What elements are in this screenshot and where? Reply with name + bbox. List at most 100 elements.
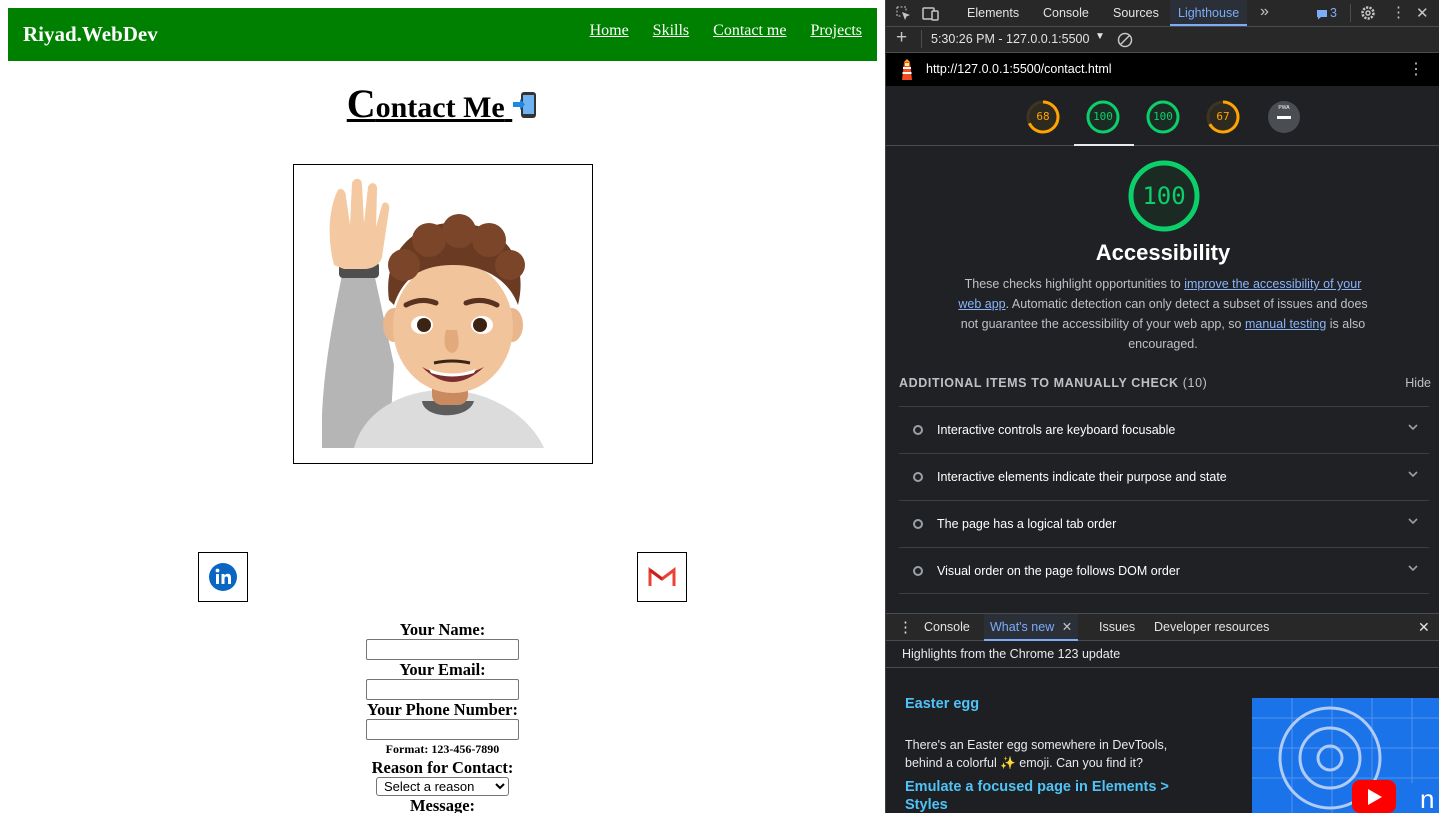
title-initial: C	[346, 81, 376, 126]
sparkle-emoji-icon: ✨	[1000, 756, 1016, 770]
chevron-down-icon	[1408, 518, 1418, 525]
issues-count[interactable]: 3	[1330, 6, 1337, 20]
settings-gear-icon[interactable]	[1360, 5, 1376, 21]
issues-icon[interactable]	[1316, 9, 1328, 20]
close-drawer-icon[interactable]: ✕	[1418, 619, 1430, 636]
tab-lighthouse[interactable]: Lighthouse	[1170, 0, 1248, 26]
score-gauge[interactable]: 68	[1026, 100, 1060, 134]
pwa-badge[interactable]: PWA	[1267, 100, 1301, 134]
memoji-waving-avatar	[322, 178, 544, 448]
audit-item[interactable]: Visual order on the page follows DOM ord…	[899, 547, 1429, 594]
email-input[interactable]	[366, 679, 519, 700]
phone-input[interactable]	[366, 719, 519, 740]
audit-title: Interactive controls are keyboard focusa…	[937, 423, 1176, 437]
score-gauge[interactable]: 67	[1206, 100, 1240, 134]
tab-sources[interactable]: Sources	[1113, 0, 1159, 26]
score-value: 100	[1153, 110, 1173, 123]
easter-egg-body-2: emoji. Can you find it?	[1015, 756, 1143, 770]
nav-link-skills[interactable]: Skills	[653, 22, 689, 40]
score-value: 67	[1216, 110, 1230, 123]
navbar: Riyad.WebDev Home Skills Contact me Proj…	[8, 8, 877, 61]
drawer-tab-developer-resources[interactable]: Developer resources	[1154, 620, 1269, 634]
category-gauge: 100	[1127, 159, 1201, 233]
manual-checks-title: ADDITIONAL ITEMS TO MANUALLY CHECK	[899, 376, 1179, 390]
nav-link-contact[interactable]: Contact me	[713, 22, 786, 40]
nav-links: Home Skills Contact me Projects	[590, 22, 862, 40]
report-selector[interactable]: 5:30:26 PM - 127.0.0.1:5500	[931, 32, 1089, 46]
audit-status-icon	[913, 425, 923, 435]
drawer-tab-whats-new[interactable]: What's new ✕	[984, 614, 1079, 641]
audit-title: Visual order on the page follows DOM ord…	[937, 564, 1180, 578]
audit-title: The page has a logical tab order	[937, 517, 1117, 531]
whats-new-header: Highlights from the Chrome 123 update	[886, 641, 1439, 668]
report-url: http://127.0.0.1:5500/contact.html	[926, 62, 1112, 76]
pwa-label: PWA	[1278, 105, 1290, 111]
score-value: 100	[1093, 110, 1113, 123]
clear-reports-icon[interactable]	[1117, 32, 1133, 48]
toolbar-divider	[1350, 4, 1351, 22]
lighthouse-logo-icon	[902, 59, 912, 80]
website-viewport: Riyad.WebDev Home Skills Contact me Proj…	[0, 0, 885, 813]
score-gauges: 68 100 100 67 PWA	[886, 88, 1439, 146]
chevron-down-icon	[1408, 471, 1418, 478]
audit-item[interactable]: The page has a logical tab order	[899, 500, 1429, 547]
drawer-tabbar: ⋮ Console What's new ✕ Issues Developer …	[886, 613, 1439, 641]
message-label: Message:	[409, 796, 476, 813]
score-gauge[interactable]: 100	[1086, 100, 1120, 134]
active-gauge-indicator	[1074, 144, 1134, 146]
more-tabs-icon[interactable]: »	[1260, 3, 1269, 21]
easter-egg-title[interactable]: Easter egg	[905, 696, 979, 712]
close-devtools-icon[interactable]: ✕	[1416, 4, 1429, 22]
svg-text:n: n	[1420, 784, 1434, 813]
whats-new-video-thumbnail[interactable]: n	[1252, 698, 1439, 813]
chrome-devtools-graphic: n	[1252, 698, 1439, 813]
category-title: Accessibility	[1095, 240, 1231, 265]
audit-status-icon	[913, 472, 923, 482]
audit-item[interactable]: Interactive elements indicate their purp…	[899, 453, 1429, 500]
drawer-tab-console[interactable]: Console	[924, 620, 970, 634]
mobile-phone-arrow-icon	[513, 92, 537, 118]
devtools-tabbar: Elements Console Sources Lighthouse » 3 …	[886, 0, 1439, 27]
inspect-element-icon[interactable]	[896, 6, 911, 21]
gmail-icon	[648, 567, 676, 586]
focused-page-title[interactable]: Emulate a focused page in Elements > Sty…	[905, 778, 1205, 813]
kebab-menu-icon[interactable]: ⋮	[1391, 4, 1406, 21]
category-description: These checks highlight opportunities to …	[956, 274, 1370, 354]
manual-testing-link[interactable]: manual testing	[1245, 317, 1326, 331]
audit-status-icon	[913, 566, 923, 576]
report-selector-caret-icon[interactable]: ▼	[1095, 31, 1105, 42]
desc-text-1: These checks highlight opportunities to	[964, 277, 1185, 291]
name-input[interactable]	[366, 639, 519, 660]
whats-new-header-text: Highlights from the Chrome 123 update	[902, 647, 1121, 661]
drawer-menu-icon[interactable]: ⋮	[898, 618, 913, 636]
tab-elements[interactable]: Elements	[967, 0, 1019, 26]
profile-avatar-frame	[293, 164, 593, 464]
report-menu-icon[interactable]: ⋮	[1408, 59, 1424, 79]
score-value: 68	[1036, 110, 1050, 123]
nav-link-projects[interactable]: Projects	[810, 22, 862, 40]
linkedin-link[interactable]	[198, 552, 248, 602]
nav-link-home[interactable]: Home	[590, 22, 629, 40]
reason-label: Reason for Contact:	[371, 758, 514, 777]
title-text: ontact Me	[375, 91, 505, 124]
phone-label: Your Phone Number:	[367, 700, 518, 719]
audit-title: Interactive elements indicate their purp…	[937, 470, 1227, 484]
manual-checks-count: (10)	[1182, 376, 1208, 390]
phone-format-hint: Format: 123-456-7890	[385, 742, 500, 756]
device-toolbar-icon[interactable]	[922, 6, 939, 21]
page-title-wrap: Contact Me	[0, 80, 885, 127]
page-title: Contact Me	[347, 80, 539, 127]
hide-manual-button[interactable]: Hide	[1405, 376, 1431, 390]
gmail-link[interactable]	[637, 552, 687, 602]
audit-item[interactable]: Interactive controls are keyboard focusa…	[899, 406, 1429, 453]
tab-console[interactable]: Console	[1043, 0, 1089, 26]
score-gauge[interactable]: 100	[1146, 100, 1180, 134]
close-tab-icon[interactable]: ✕	[1062, 620, 1072, 634]
drawer-tab-issues[interactable]: Issues	[1099, 620, 1135, 634]
reason-select[interactable]: Select a reason	[376, 777, 509, 796]
brand-logo[interactable]: Riyad.WebDev	[23, 22, 158, 47]
linkedin-icon	[209, 563, 237, 591]
new-report-plus-icon[interactable]: +	[896, 27, 907, 49]
category-score: 100	[1142, 182, 1186, 210]
easter-egg-body: There's an Easter egg somewhere in DevTo…	[905, 736, 1195, 772]
